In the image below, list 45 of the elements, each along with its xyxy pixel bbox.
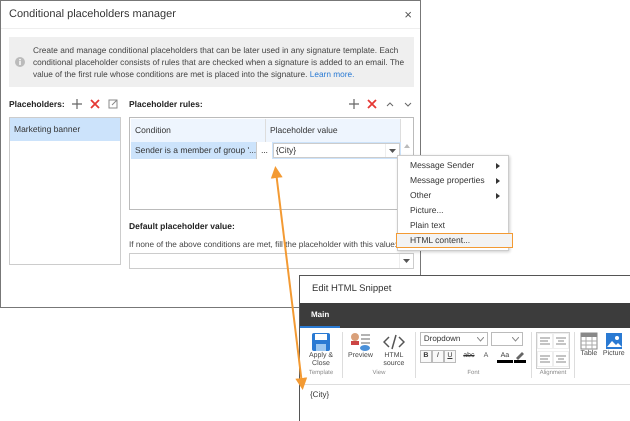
scroll-up-icon <box>404 143 410 148</box>
table-icon <box>580 332 598 350</box>
hint-text: If none of the above conditions are met, fill the placeholder with this value: <box>129 238 398 251</box>
ribbon-tab[interactable]: Main <box>300 303 340 328</box>
submenu-arrow-icon <box>496 192 500 198</box>
value-field[interactable]: {City} <box>272 143 400 158</box>
menu-item[interactable]: Picture... <box>399 203 507 218</box>
chevron-icon <box>512 336 519 342</box>
condition-text: Sender is a member of group '... <box>135 144 256 157</box>
code-icon <box>382 332 405 352</box>
dropdown-icon[interactable] <box>402 257 411 266</box>
learn-more-link[interactable]: Learn more. <box>310 69 354 80</box>
ellipsis-button[interactable]: ... <box>256 142 272 160</box>
font-dropdown[interactable]: Dropdown <box>420 332 488 346</box>
submenu-arrow-icon <box>496 162 500 168</box>
menu-item[interactable]: Message properties <box>399 173 507 188</box>
menu-item[interactable]: Message Sender <box>399 158 507 173</box>
close-button[interactable]: × <box>404 8 412 21</box>
default-value-field[interactable] <box>129 253 414 270</box>
menu-item[interactable]: Plain text <box>399 218 507 233</box>
add-icon[interactable] <box>348 98 360 110</box>
editor-content[interactable]: {City} <box>300 385 630 405</box>
window-title: Conditional placeholders manager <box>9 7 176 22</box>
dropdown-button[interactable] <box>385 144 399 158</box>
dropdown-icon <box>388 146 397 155</box>
table-row[interactable]: Sender is a member of group '... ... {City} <box>131 142 401 160</box>
menu-item[interactable]: HTML content... <box>396 233 513 248</box>
add-icon[interactable] <box>70 98 83 110</box>
edit-icon[interactable] <box>106 98 119 110</box>
section-label: Placeholders: <box>9 98 65 110</box>
picture-icon <box>604 332 623 350</box>
list-item[interactable]: Marketing banner <box>10 118 120 141</box>
info-text: Create and manage conditional placeholders that can be later used in any signature template. Each conditional placeholder consists of rules that are checked when a signature is added to an email. The value of the first rule whose conditions are met is placed into the signature. Learn more. <box>33 44 406 80</box>
save-icon <box>311 332 331 352</box>
alignment-buttons[interactable] <box>536 332 570 369</box>
menu-item[interactable]: Other <box>399 188 507 203</box>
window-title: Edit HTML Snippet <box>312 282 392 296</box>
delete-icon[interactable] <box>88 98 101 110</box>
delete-icon[interactable] <box>366 98 378 110</box>
info-icon <box>15 57 25 68</box>
submenu-arrow-icon <box>496 178 500 184</box>
section-label: Placeholder rules: <box>129 98 203 110</box>
preview-icon <box>349 332 372 352</box>
highlighter-icon[interactable] <box>512 350 527 363</box>
chevron-icon <box>476 336 484 342</box>
